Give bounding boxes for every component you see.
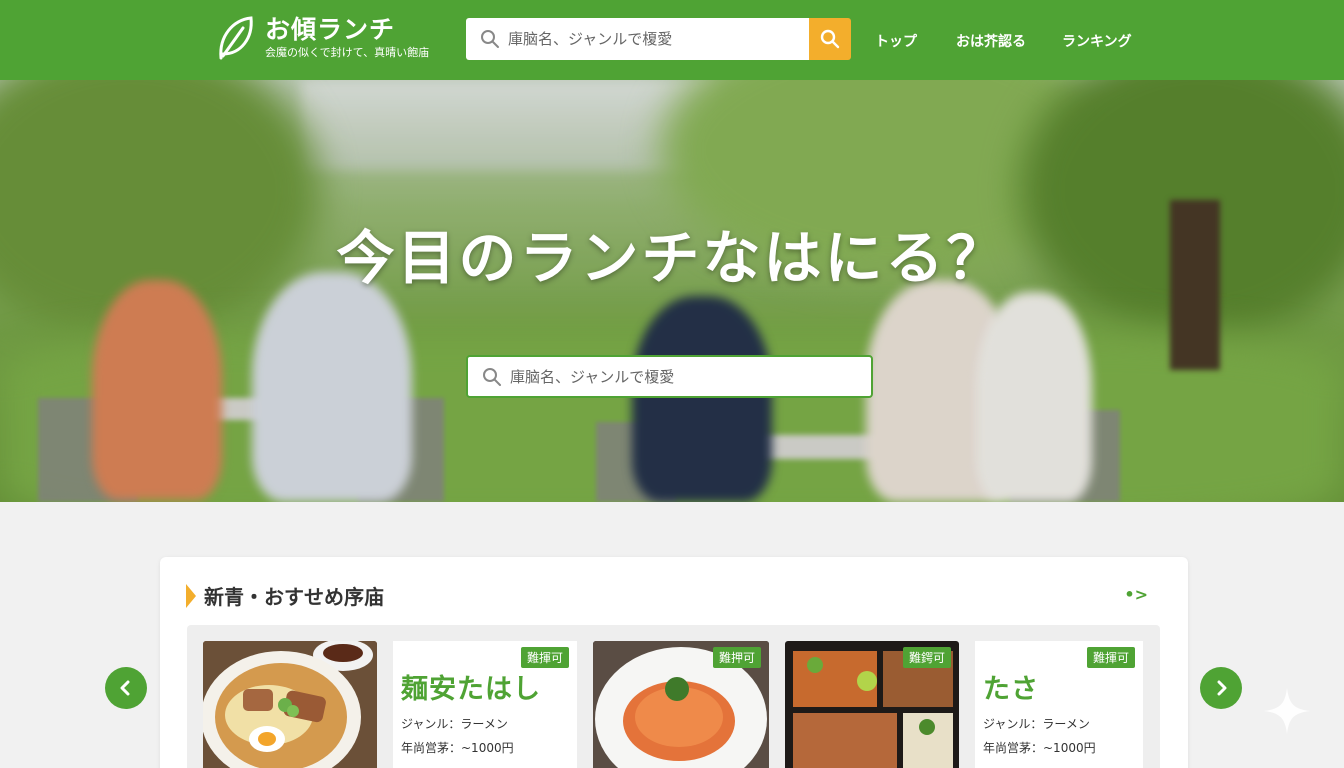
restaurant-card[interactable]: 難揮可 たさ ジャンル：ラーメン 年尚営茅：~1000円 (975, 641, 1143, 768)
bento-photo[interactable]: 難鍔可 (785, 641, 959, 768)
restaurant-name: たさ (983, 674, 1039, 705)
header-search-input[interactable] (508, 30, 788, 48)
hero-banner: 今目のランチなはにる？ (0, 80, 1344, 502)
heading-marker (186, 583, 196, 608)
carousel-track: 難揮可 麺安たはし ジャンル：ラーメン 年尚営茅：~1000円 難押可 難鍔可 … (187, 625, 1160, 768)
status-badge: 難鍔可 (902, 647, 951, 668)
logo-title: お傾ランチ (265, 15, 396, 44)
nav-ranking[interactable]: ランキング (1062, 31, 1132, 51)
leaf-logo-icon (219, 16, 253, 60)
ramen-photo[interactable] (203, 641, 377, 768)
restaurant-genre: ジャンル：ラーメン (401, 717, 508, 731)
pasta-photo[interactable]: 難押可 (593, 641, 769, 768)
restaurant-name: 麺安たはし (401, 674, 541, 705)
header-search-field (466, 18, 809, 60)
see-more-link[interactable]: •> (1124, 585, 1148, 604)
status-badge: 難揮可 (1086, 647, 1135, 668)
carousel-prev-button[interactable] (105, 667, 147, 709)
header-search-button[interactable] (809, 18, 851, 60)
section-title: 新青・おすせめ序庙 (204, 585, 384, 609)
ramen-image (203, 641, 377, 768)
hero-search (466, 355, 873, 398)
recommended-panel: 新青・おすせめ序庙 •> 難揮可 麺安たはし ジャンル：ラーメン 年尚営茅：~1… (160, 557, 1188, 768)
restaurant-card[interactable]: 難揮可 麺安たはし ジャンル：ラーメン 年尚営茅：~1000円 (393, 641, 577, 768)
search-icon (481, 30, 499, 48)
restaurant-genre: ジャンル：ラーメン (983, 717, 1090, 731)
site-logo[interactable]: お傾ランチ 会魔の似くで封けて、真晴い飽庙 (215, 14, 429, 62)
search-icon (483, 367, 501, 386)
status-badge: 難押可 (712, 647, 761, 668)
status-badge: 難揮可 (520, 647, 569, 668)
restaurant-price: 年尚営茅：~1000円 (983, 741, 1096, 755)
logo-subtitle: 会魔の似くで封けて、真晴い飽庙 (265, 46, 430, 59)
nav-top[interactable]: トップ (875, 31, 917, 51)
carousel-next-button[interactable] (1200, 667, 1242, 709)
search-icon (820, 29, 840, 49)
restaurant-price: 年尚営茅：~1000円 (401, 741, 514, 755)
header-search (466, 18, 851, 60)
site-header: お傾ランチ 会魔の似くで封けて、真晴い飽庙 トップ おは芥認る ランキング (0, 0, 1344, 80)
section-heading: 新青・おすせめ序庙 (186, 581, 384, 610)
hero-title: 今目のランチなはにる？ (336, 224, 1008, 292)
sparkle-icon (1264, 688, 1310, 734)
hero-search-input[interactable] (510, 367, 840, 386)
nav-recommended[interactable]: おは芥認る (956, 31, 1026, 51)
chevron-right-icon (1217, 680, 1227, 696)
chevron-left-icon (120, 680, 130, 696)
